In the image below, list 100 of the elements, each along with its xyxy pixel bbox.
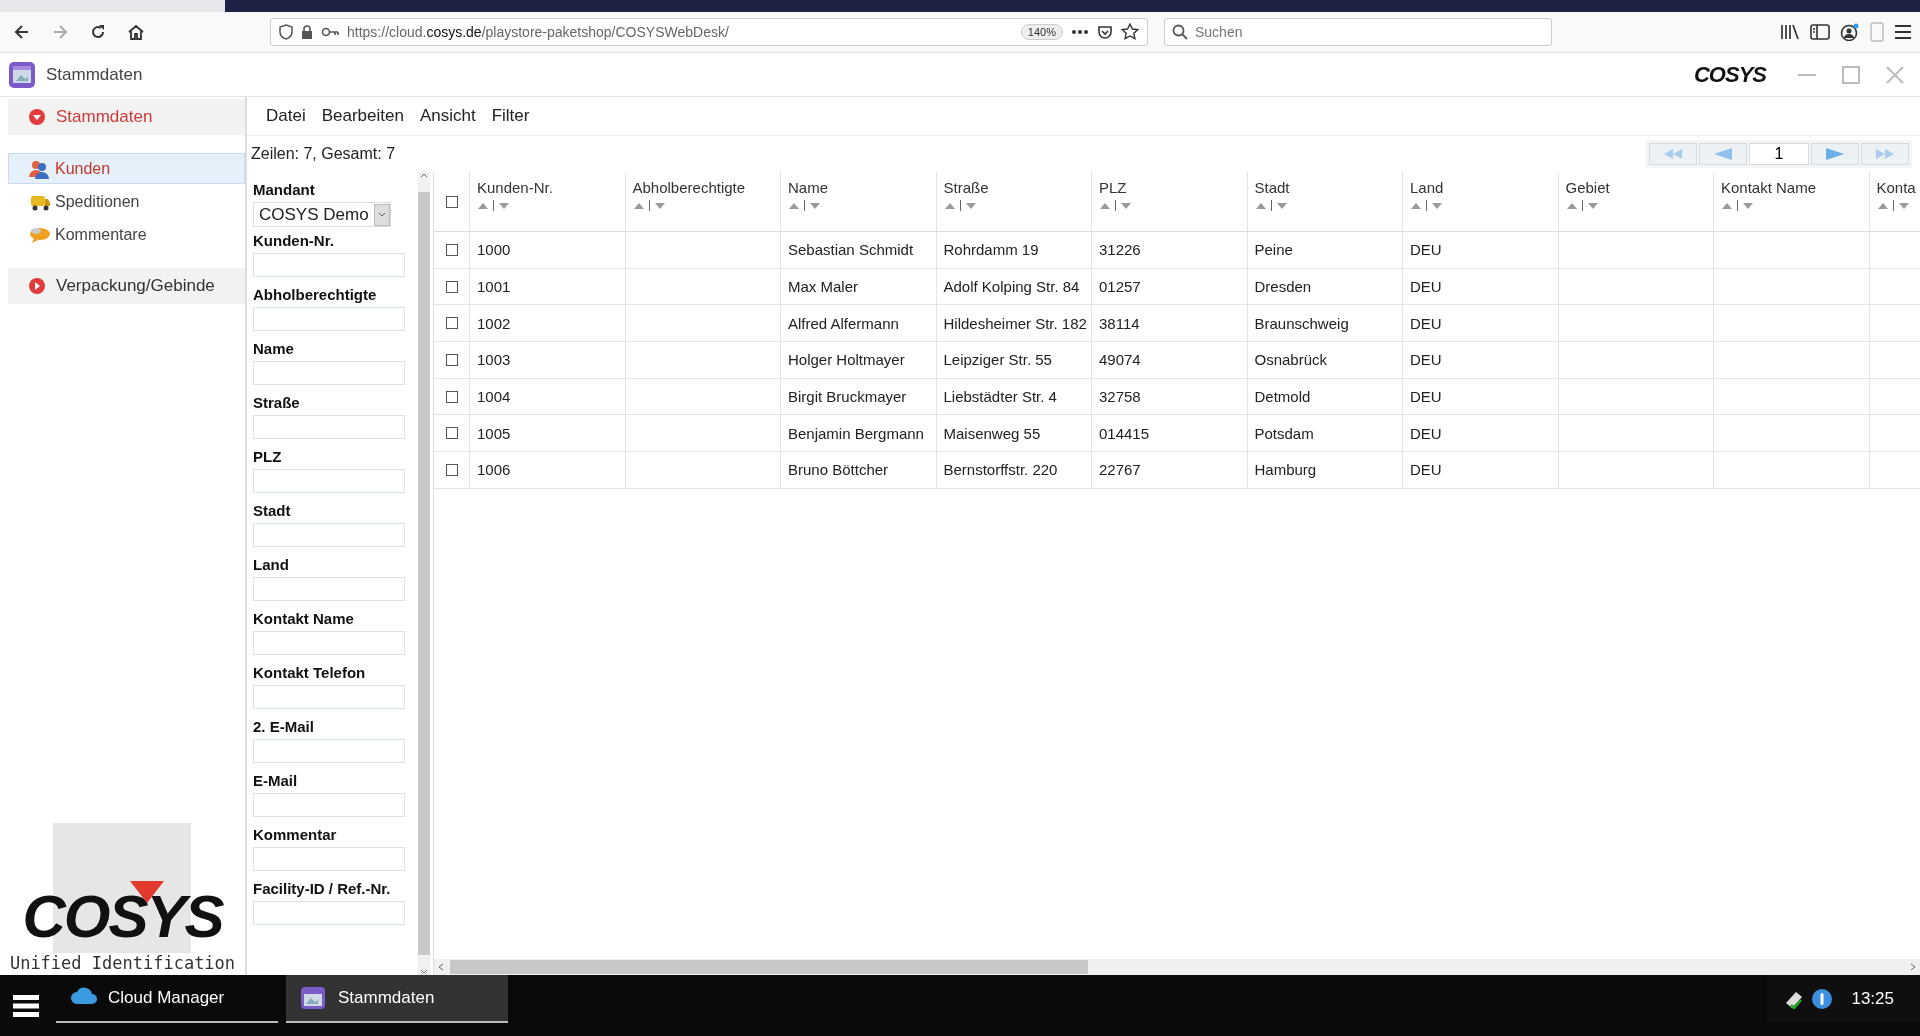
checkbox[interactable] [445,427,458,440]
input-field[interactable] [253,847,405,871]
address-bar[interactable]: https://cloud.cosys.de/playstore-paketshop/COSYSWebDesk/ 140% [270,18,1148,46]
input-field[interactable] [253,577,405,601]
sort-down-icon[interactable] [1431,201,1443,210]
horizontal-scrollbar[interactable] [434,959,1920,975]
sort-up-icon[interactable] [943,201,956,210]
column-header[interactable]: Gebiet [1565,179,1713,196]
maximize-icon[interactable] [1842,65,1860,84]
checkbox[interactable] [445,317,458,330]
input-field[interactable] [253,307,405,331]
column-header[interactable]: PLZ [1099,179,1247,196]
arrow-right-icon[interactable] [1824,147,1846,161]
input-field[interactable] [253,469,405,493]
double-arrow-left-icon[interactable] [1662,147,1684,161]
scroll-down-icon[interactable] [420,969,428,975]
checkbox[interactable] [445,280,458,293]
info-icon[interactable] [1811,988,1834,1010]
page-field[interactable]: 1 [1749,143,1809,165]
sort-up-icon[interactable] [1876,201,1889,210]
input-field[interactable] [253,685,405,709]
app-icon [8,60,36,89]
checkbox[interactable] [445,195,458,208]
sort-down-icon[interactable] [1120,201,1132,210]
column-header[interactable]: Konta [1876,179,1920,196]
input-field[interactable] [253,739,405,763]
sidebar-group[interactable]: Verpackung/Gebinde [8,268,245,304]
sort-down-icon[interactable] [498,201,510,210]
close-icon[interactable] [1886,65,1904,84]
sort-down-icon[interactable] [809,201,821,210]
sidebar-group[interactable]: Stammdaten [8,99,245,135]
sort-up-icon[interactable] [1254,201,1267,210]
sort-down-icon[interactable] [653,201,666,210]
scroll-left-icon[interactable] [438,963,444,971]
sort-down-icon[interactable] [1586,201,1599,210]
checkbox[interactable] [445,390,458,403]
scroll-up-icon[interactable] [420,172,428,178]
sort-down-icon[interactable] [1275,201,1288,210]
sort-down-icon[interactable] [1742,201,1754,210]
sidebar-item[interactable]: Kommentare [8,219,245,250]
home-icon[interactable] [127,23,145,41]
sort-up-icon[interactable] [788,201,800,210]
checkbox[interactable] [445,353,458,366]
column-header[interactable]: Land [1410,179,1558,196]
minimize-icon[interactable] [1798,73,1816,76]
table-cell: Bruno Böttcher [781,452,937,489]
column-header[interactable]: Name [788,179,936,196]
star-icon[interactable] [1121,23,1139,41]
sort-down-icon[interactable] [1897,201,1910,210]
column-header[interactable]: Stadt [1254,179,1402,196]
sort-up-icon[interactable] [1099,201,1111,210]
input-field[interactable] [253,631,405,655]
input-field[interactable] [253,415,405,439]
sort-up-icon[interactable] [632,201,645,210]
pocket-icon[interactable] [1097,24,1113,40]
input-field[interactable] [253,253,405,277]
library-icon[interactable] [1780,24,1800,40]
last-page-button[interactable] [1861,143,1909,165]
sort-up-icon[interactable] [1410,201,1422,210]
reload-icon[interactable] [89,23,107,41]
menu-item[interactable]: Filter [491,106,530,126]
column-header[interactable]: Kontakt Name [1721,179,1869,196]
menu-item[interactable]: Datei [266,106,306,126]
forward-arrow-icon[interactable] [51,23,69,41]
field-label: Name [253,339,295,359]
taskbar-item[interactable]: Stammdaten [286,975,508,1023]
sort-up-icon[interactable] [1565,201,1578,210]
double-arrow-right-icon[interactable] [1874,147,1896,161]
scroll-right-icon[interactable] [1910,963,1916,971]
sidebar-item[interactable]: Kunden [8,153,245,184]
sidebar-icon[interactable] [1810,24,1830,40]
url-text[interactable]: https://cloud.cosys.de/playstore-paketshop/COSYSWebDesk/ [347,24,1013,40]
input-field[interactable] [253,361,405,385]
sort-up-icon[interactable] [1721,201,1733,210]
vertical-scrollbar[interactable] [418,172,430,975]
back-arrow-icon[interactable] [13,23,31,41]
column-header[interactable]: Abholberechtigte [632,179,780,196]
input-field[interactable] [253,523,405,547]
menu-item[interactable]: Ansicht [419,106,476,126]
mandant-dropdown[interactable]: COSYS Demo [253,202,391,227]
checkbox[interactable] [445,463,458,476]
checkbox[interactable] [445,243,458,256]
menu-icon[interactable] [13,994,39,1017]
more-icon[interactable] [1071,29,1089,35]
menu-icon[interactable] [1894,24,1912,40]
search-field[interactable]: Suchen [1164,18,1552,46]
first-page-button[interactable] [1649,143,1697,165]
input-field[interactable] [253,901,405,925]
column-header[interactable]: Straße [943,179,1091,196]
input-field[interactable] [253,793,405,817]
sort-up-icon[interactable] [477,201,489,210]
account-icon[interactable] [1840,23,1860,41]
sort-down-icon[interactable] [964,201,977,210]
next-page-button[interactable] [1811,143,1859,165]
device-icon[interactable] [1870,22,1884,42]
menu-item[interactable]: Bearbeiten [321,106,404,126]
column-header[interactable]: Kunden-Nr. [477,179,625,196]
zoom-badge[interactable]: 140% [1020,24,1063,40]
previous-page-button[interactable] [1699,143,1747,165]
sidebar-item[interactable]: Speditionen [8,186,245,217]
